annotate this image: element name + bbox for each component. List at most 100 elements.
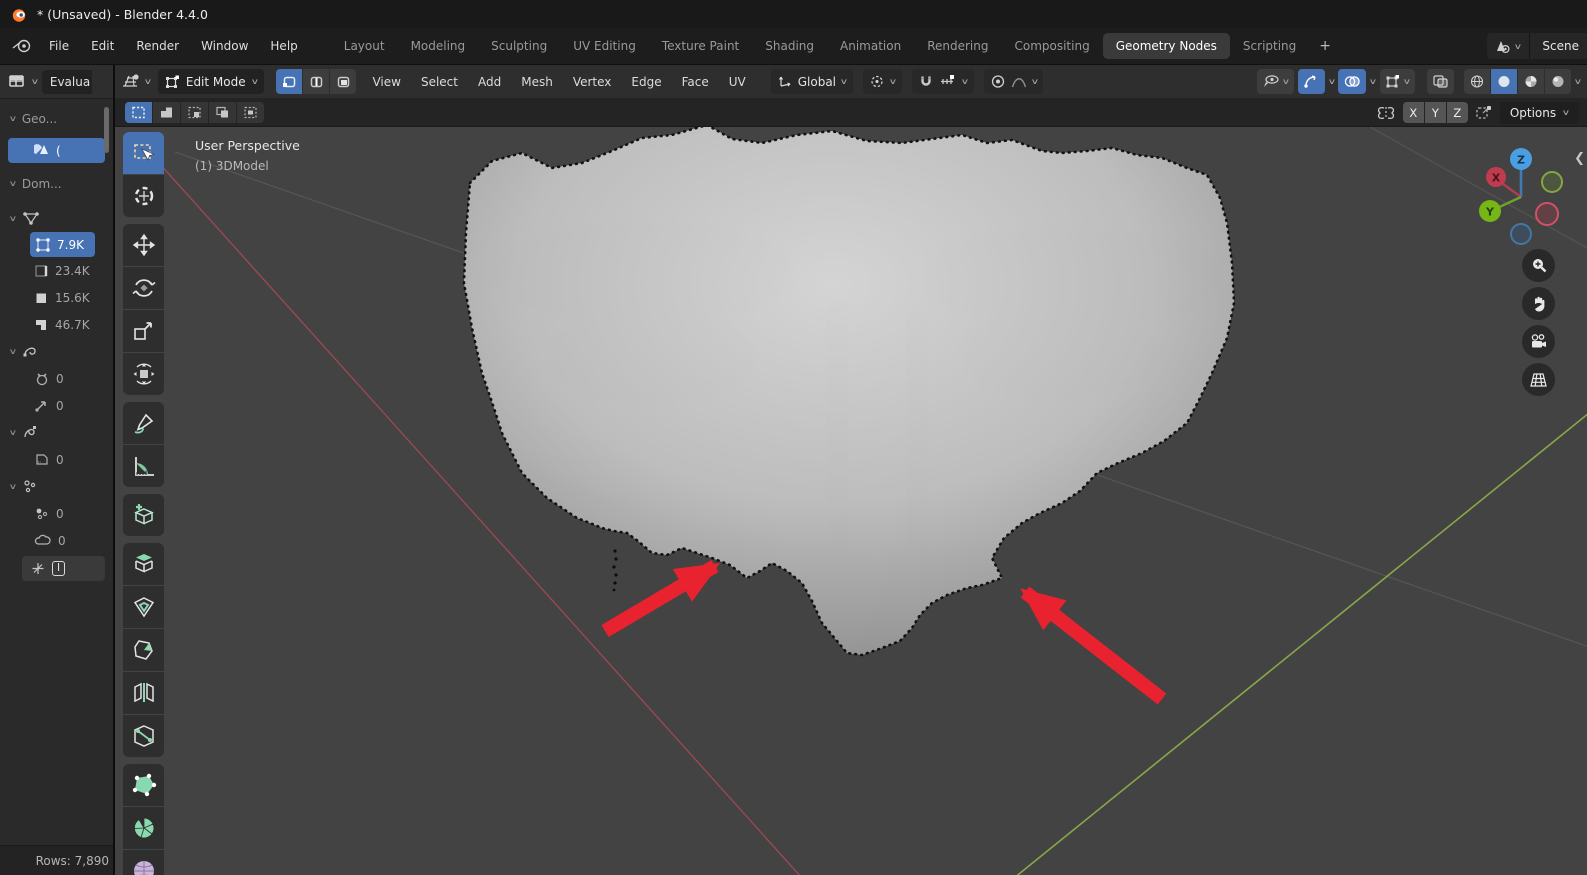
tool-annotate[interactable] xyxy=(123,402,164,444)
tool-smooth[interactable] xyxy=(123,850,164,875)
grease-pencil-row-layer[interactable]: 0 xyxy=(0,446,113,473)
snap-target-icon[interactable] xyxy=(939,74,957,89)
volume-row[interactable]: 0 xyxy=(0,527,113,554)
wireframe-shading-button[interactable] xyxy=(1464,69,1491,94)
menu-edit[interactable]: Edit xyxy=(80,34,125,58)
edge-select-mode-button[interactable] xyxy=(303,69,330,94)
menu-window[interactable]: Window xyxy=(190,34,259,58)
select-subtract-button[interactable] xyxy=(181,102,208,123)
gizmos-toggle[interactable] xyxy=(1297,69,1325,94)
tab-scripting[interactable]: Scripting xyxy=(1230,33,1309,59)
menu-edge[interactable]: Edge xyxy=(622,70,670,94)
add-workspace-button[interactable]: + xyxy=(1309,34,1341,58)
pan-button[interactable] xyxy=(1522,287,1555,320)
tree-section-geometry[interactable]: ∨ Geo... xyxy=(0,105,113,132)
menu-uv[interactable]: UV xyxy=(720,70,755,94)
select-set-button[interactable] xyxy=(125,102,152,123)
mode-dropdown[interactable]: Edit Mode ∨ xyxy=(157,69,265,94)
tab-layout[interactable]: Layout xyxy=(331,33,398,59)
tool-loop-cut[interactable] xyxy=(123,672,164,714)
menu-view[interactable]: View xyxy=(363,70,409,94)
tree-pointcloud-header[interactable]: ∨ xyxy=(0,473,113,500)
tool-knife[interactable] xyxy=(123,715,164,757)
menu-file[interactable]: File xyxy=(38,34,80,58)
pointcloud-row-point[interactable]: 0 xyxy=(0,500,113,527)
vertex-select-mode-button[interactable] xyxy=(276,69,303,94)
menu-select[interactable]: Select xyxy=(412,70,467,94)
curve-row-spline[interactable]: 0 xyxy=(0,392,113,419)
options-dropdown[interactable]: Options ∨ xyxy=(1499,101,1579,124)
tool-spin[interactable] xyxy=(123,807,164,849)
tool-cursor[interactable] xyxy=(123,175,164,217)
chevron-down-icon[interactable]: ∨ xyxy=(1574,77,1583,86)
chevron-down-icon[interactable]: ∨ xyxy=(1327,77,1336,86)
viewport-3d[interactable]: User Perspective (1) 3DModel Z X Y ❮ xyxy=(115,127,1587,875)
menu-mesh[interactable]: Mesh xyxy=(512,70,562,94)
menu-add[interactable]: Add xyxy=(469,70,510,94)
tool-select-box[interactable] xyxy=(123,132,164,174)
mirror-y-button[interactable]: Y xyxy=(1424,102,1446,123)
material-preview-button[interactable] xyxy=(1518,69,1545,94)
tool-scale[interactable] xyxy=(123,310,164,352)
domain-row-face[interactable]: 15.6K xyxy=(0,284,113,311)
menu-vertex[interactable]: Vertex xyxy=(564,70,621,94)
pivot-point-dropdown[interactable]: ∨ xyxy=(862,69,902,94)
tool-extrude-region[interactable] xyxy=(123,543,164,585)
tree-curve-header[interactable]: ∨ xyxy=(0,338,113,365)
tool-add-cube[interactable] xyxy=(123,494,164,536)
domain-row-face-corner[interactable]: 46.7K xyxy=(0,311,113,338)
show-gizmo-dropdown[interactable]: ∨ xyxy=(1256,69,1294,94)
camera-view-button[interactable] xyxy=(1522,325,1555,358)
tab-sculpting[interactable]: Sculpting xyxy=(478,33,560,59)
zoom-button[interactable] xyxy=(1522,249,1555,282)
tree-curves-header[interactable]: ∨ xyxy=(0,419,113,446)
menu-render[interactable]: Render xyxy=(125,34,190,58)
rendered-shading-button[interactable] xyxy=(1545,69,1572,94)
tab-animation[interactable]: Animation xyxy=(827,33,914,59)
domain-row-edge[interactable]: 23.4K xyxy=(0,257,113,284)
viewport-editor-type-icon[interactable] xyxy=(121,73,143,90)
mesh-edit-overlays-dropdown[interactable]: ∨ xyxy=(1380,69,1416,94)
blender-menu-logo-icon[interactable] xyxy=(12,39,32,53)
toggle-ortho-button[interactable] xyxy=(1522,363,1555,396)
tab-modeling[interactable]: Modeling xyxy=(398,33,479,59)
mirror-z-button[interactable]: Z xyxy=(1446,102,1468,123)
transform-orientation-dropdown[interactable]: Global ∨ xyxy=(770,69,853,94)
sidebar-collapse-arrow[interactable]: ❮ xyxy=(1574,151,1585,166)
tree-instances-row[interactable]: I xyxy=(22,556,105,581)
curve-row-control-point[interactable]: 0 xyxy=(0,365,113,392)
snap-proportional-icon[interactable] xyxy=(1474,104,1494,121)
tab-compositing[interactable]: Compositing xyxy=(1001,33,1102,59)
spreadsheet-editor-type-icon[interactable] xyxy=(8,74,28,90)
scene-selector[interactable]: ∨ Scene xyxy=(1486,33,1587,59)
xray-toggle[interactable] xyxy=(1427,69,1455,94)
select-invert-button[interactable] xyxy=(209,102,236,123)
menu-help[interactable]: Help xyxy=(259,34,308,58)
solid-shading-button[interactable] xyxy=(1491,69,1518,94)
tool-move[interactable] xyxy=(123,224,164,266)
tool-rotate[interactable] xyxy=(123,267,164,309)
domain-row-vertex[interactable]: 7.9K xyxy=(30,232,95,257)
mirror-x-button[interactable]: X xyxy=(1402,102,1424,123)
tool-bevel[interactable] xyxy=(123,629,164,671)
face-select-mode-button[interactable] xyxy=(330,69,357,94)
tab-geometry-nodes[interactable]: Geometry Nodes xyxy=(1102,33,1230,59)
scrollbar[interactable] xyxy=(104,107,109,153)
tree-object-row[interactable]: ( xyxy=(8,138,105,163)
tool-measure[interactable] xyxy=(123,445,164,487)
chevron-down-icon[interactable]: ∨ xyxy=(1369,77,1378,86)
tool-inset-faces[interactable] xyxy=(123,586,164,628)
proportional-editing-icon[interactable] xyxy=(990,74,1006,89)
tab-shading[interactable]: Shading xyxy=(752,33,827,59)
falloff-curve-icon[interactable] xyxy=(1011,74,1027,89)
tab-texture-paint[interactable]: Texture Paint xyxy=(649,33,752,59)
overlays-toggle[interactable] xyxy=(1338,69,1367,94)
menu-face[interactable]: Face xyxy=(673,70,718,94)
tree-mesh-header[interactable]: ∨ xyxy=(0,205,113,232)
magnet-icon[interactable] xyxy=(918,74,934,89)
select-extend-button[interactable] xyxy=(153,102,180,123)
tree-section-domain[interactable]: ∨ Dom... xyxy=(0,170,113,197)
tab-uv-editing[interactable]: UV Editing xyxy=(560,33,649,59)
select-intersect-button[interactable] xyxy=(237,102,264,123)
tool-transform[interactable] xyxy=(123,353,164,395)
